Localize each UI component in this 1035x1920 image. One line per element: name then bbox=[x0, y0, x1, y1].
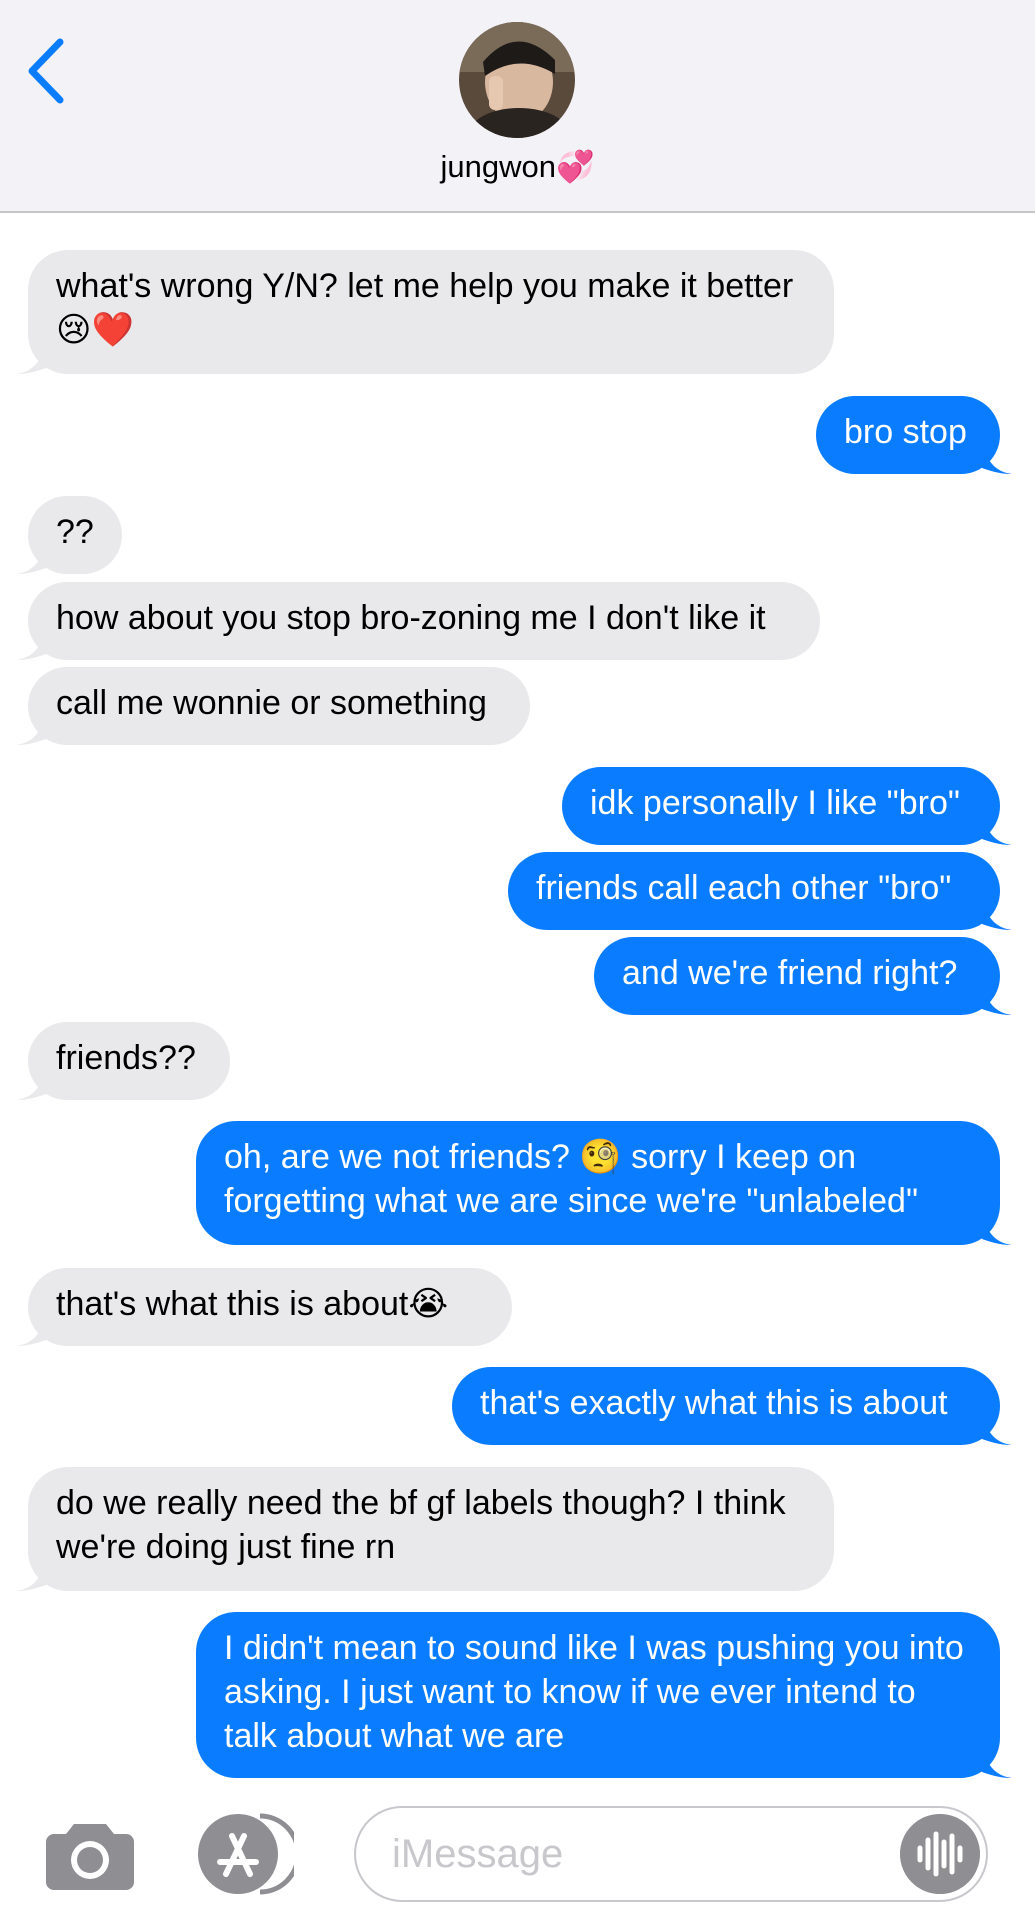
message-text: ?? bbox=[56, 513, 94, 551]
message-outgoing[interactable]: I didn't mean to sound like I was pushin… bbox=[196, 1612, 1012, 1778]
message-text: idk personally I like "bro" bbox=[590, 784, 960, 822]
bubble-tail bbox=[982, 1411, 1012, 1445]
message-incoming[interactable]: do we really need the bf gf labels thoug… bbox=[16, 1467, 834, 1591]
message-text: I didn't mean to sound like I was pushin… bbox=[224, 1629, 964, 1755]
heart-emoji: 💞 bbox=[555, 149, 595, 184]
bubble-tail bbox=[16, 626, 46, 660]
message-incoming[interactable]: how about you stop bro-zoning me I don't… bbox=[16, 582, 820, 660]
conversation-header: jungwon💞 bbox=[0, 0, 1035, 213]
bubble-tail bbox=[982, 811, 1012, 845]
message-bubble: ?? bbox=[16, 496, 122, 574]
bubble-tail bbox=[982, 1211, 1012, 1245]
message-outgoing[interactable]: that's exactly what this is about bbox=[452, 1367, 1012, 1445]
bubble-tail bbox=[16, 340, 46, 374]
message-bubble: oh, are we not friends? 🧐 sorry I keep o… bbox=[196, 1121, 1012, 1245]
bubble-tail bbox=[16, 540, 46, 574]
message-bubble: friends call each other "bro" bbox=[508, 852, 1012, 930]
message-bubble: friends?? bbox=[16, 1022, 230, 1100]
message-bubble: what's wrong Y/N? let me help you make i… bbox=[16, 250, 834, 374]
message-outgoing[interactable]: bro stop bbox=[816, 396, 1012, 474]
message-outgoing[interactable]: and we're friend right? bbox=[594, 937, 1012, 1015]
message-bubble: that's exactly what this is about bbox=[452, 1367, 1012, 1445]
bubble-tail bbox=[982, 440, 1012, 474]
bubble-tail bbox=[982, 981, 1012, 1015]
bubble-tail bbox=[982, 896, 1012, 930]
message-outgoing[interactable]: friends call each other "bro" bbox=[508, 852, 1012, 930]
message-incoming[interactable]: ?? bbox=[16, 496, 122, 574]
chevron-left-icon[interactable] bbox=[22, 36, 72, 106]
bubble-tail bbox=[16, 1312, 46, 1346]
message-bubble: idk personally I like "bro" bbox=[562, 767, 1012, 845]
message-text: friends?? bbox=[56, 1039, 196, 1077]
message-incoming[interactable]: what's wrong Y/N? let me help you make i… bbox=[16, 250, 834, 374]
message-text: that's what this is about😭 bbox=[56, 1285, 449, 1323]
message-text: call me wonnie or something bbox=[56, 684, 487, 722]
bubble-tail bbox=[982, 1744, 1012, 1778]
message-incoming[interactable]: call me wonnie or something bbox=[16, 667, 530, 745]
contact-name[interactable]: jungwon💞 bbox=[0, 148, 1035, 185]
message-outgoing[interactable]: oh, are we not friends? 🧐 sorry I keep o… bbox=[196, 1121, 1012, 1245]
contact-name-text: jungwon bbox=[440, 149, 556, 184]
audio-waveform-icon[interactable] bbox=[900, 1814, 980, 1894]
message-bubble: how about you stop bro-zoning me I don't… bbox=[16, 582, 820, 660]
message-bubble: bro stop bbox=[816, 396, 1012, 474]
bubble-tail bbox=[16, 1557, 46, 1591]
message-text: do we really need the bf gf labels thoug… bbox=[56, 1484, 786, 1566]
message-bubble: call me wonnie or something bbox=[16, 667, 530, 745]
message-bubble: that's what this is about😭 bbox=[16, 1268, 512, 1346]
bubble-tail bbox=[16, 711, 46, 745]
message-text: friends call each other "bro" bbox=[536, 869, 952, 907]
avatar[interactable] bbox=[459, 22, 575, 138]
message-text: oh, are we not friends? 🧐 sorry I keep o… bbox=[224, 1138, 919, 1220]
message-bubble: do we really need the bf gf labels thoug… bbox=[16, 1467, 834, 1591]
camera-icon[interactable] bbox=[44, 1818, 136, 1890]
message-outgoing[interactable]: idk personally I like "bro" bbox=[562, 767, 1012, 845]
app-store-icon[interactable] bbox=[194, 1812, 294, 1896]
message-text: that's exactly what this is about bbox=[480, 1384, 948, 1422]
message-text: what's wrong Y/N? let me help you make i… bbox=[56, 267, 794, 349]
message-input-placeholder: iMessage bbox=[392, 1832, 564, 1876]
message-text: how about you stop bro-zoning me I don't… bbox=[56, 599, 766, 637]
message-incoming[interactable]: friends?? bbox=[16, 1022, 230, 1100]
message-input[interactable]: iMessage bbox=[354, 1806, 988, 1902]
message-bubble: I didn't mean to sound like I was pushin… bbox=[196, 1612, 1012, 1778]
message-text: bro stop bbox=[844, 413, 967, 451]
message-incoming[interactable]: that's what this is about😭 bbox=[16, 1268, 512, 1346]
message-text: and we're friend right? bbox=[622, 954, 958, 992]
bubble-tail bbox=[16, 1066, 46, 1100]
message-bubble: and we're friend right? bbox=[594, 937, 1012, 1015]
